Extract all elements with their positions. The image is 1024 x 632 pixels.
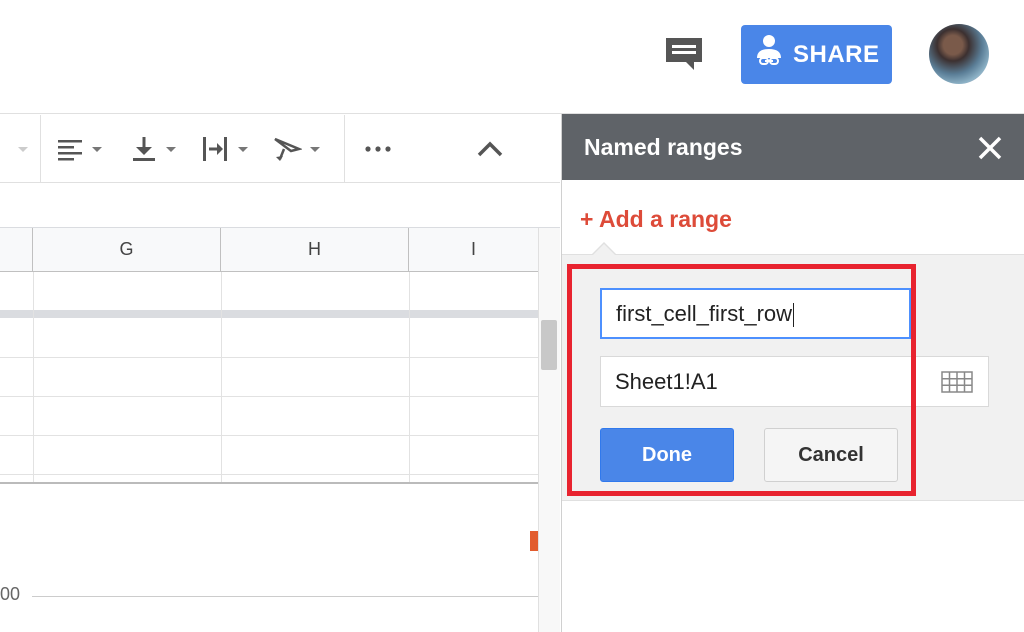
row-gridline [0,474,538,475]
row-gridline [0,435,538,436]
chart-gridline [32,596,538,597]
chart-axis-tick: 00 [0,584,21,604]
vertical-align-button[interactable] [130,133,176,165]
panel-title: Named ranges [584,134,743,160]
text-rotation-button[interactable] [272,133,320,165]
spreadsheet-grid: G H I [0,228,538,482]
formatting-toolbar [0,115,560,183]
collapse-icon [477,141,503,157]
text-rotation-icon [274,137,302,161]
comment-icon[interactable] [664,36,704,72]
frozen-row-divider[interactable] [0,310,538,318]
column-gridline [221,272,222,482]
add-range-link[interactable]: + Add a range [580,206,732,233]
column-gridline [409,272,410,482]
person-link-icon [755,34,783,75]
toolbar-divider [344,115,345,183]
embedded-chart[interactable] [0,482,538,632]
avatar[interactable] [929,24,989,84]
formula-bar[interactable] [0,184,560,228]
more-button[interactable] [364,133,392,165]
column-header-i[interactable]: I [409,228,538,272]
top-bar: SHARE [0,0,1024,114]
toolbar-divider [40,115,41,183]
column-header-h[interactable]: H [221,228,409,272]
form-pointer-fill [593,244,615,255]
chart-bar [530,531,538,551]
row-gridline [0,357,538,358]
column-header-g[interactable]: G [33,228,221,272]
row-gridline [0,396,538,397]
more-icon [365,146,391,152]
vertical-scrollbar[interactable] [538,228,560,632]
highlight-annotation [567,264,916,496]
column-header[interactable] [0,228,33,272]
text-wrap-button[interactable] [200,133,248,165]
vertical-align-icon [133,137,155,161]
text-wrap-icon [203,137,227,161]
collapse-toolbar-button[interactable] [476,133,504,165]
horizontal-align-icon [58,140,82,161]
close-icon[interactable] [976,134,1004,162]
toolbar-caret[interactable] [10,133,28,165]
panel-header: Named ranges [562,114,1024,180]
share-label: SHARE [793,40,880,68]
share-button[interactable]: SHARE [741,25,892,84]
scrollbar-thumb[interactable] [541,320,557,370]
column-gridline [33,272,34,482]
select-range-icon[interactable] [941,371,973,393]
horizontal-align-button[interactable] [56,133,102,165]
